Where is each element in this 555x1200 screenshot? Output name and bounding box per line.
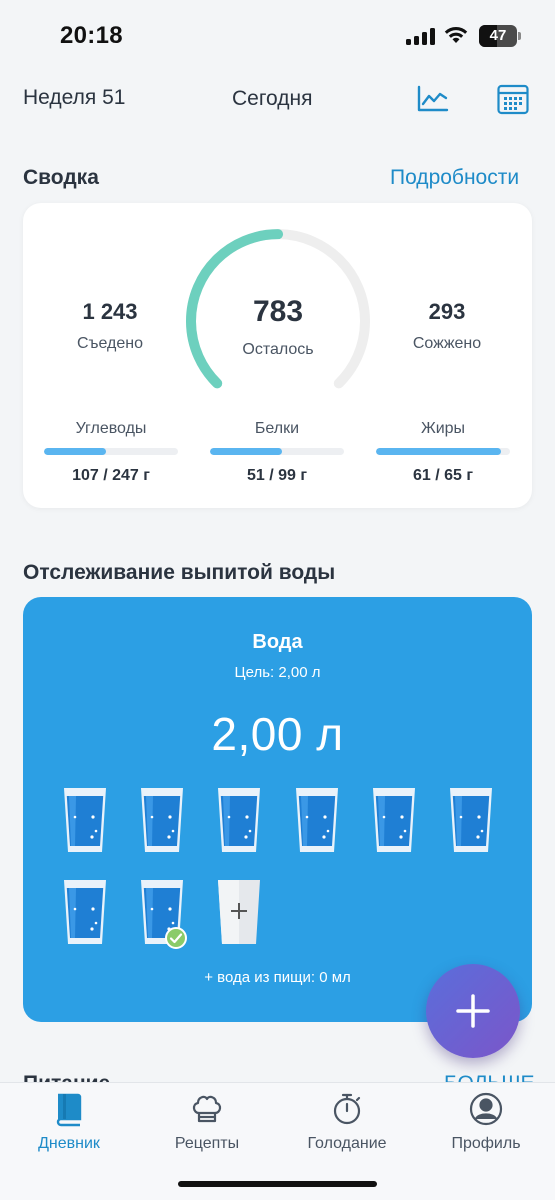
macro-name: Углеводы: [75, 420, 147, 437]
cellular-signal-icon: [406, 27, 436, 45]
macro-progress-bar: [376, 448, 510, 455]
add-glass-button[interactable]: [217, 879, 261, 945]
tab-label: Профиль: [451, 1135, 521, 1152]
water-title: Вода: [252, 631, 303, 653]
water-section-title: Отслеживание выпитой воды: [23, 561, 336, 584]
eaten-value: 1 243: [82, 299, 138, 324]
home-indicator: [178, 1181, 377, 1187]
macro-carbs: Углеводы 107 / 247 г: [44, 420, 178, 485]
burned-label: Сожжено: [412, 335, 482, 352]
water-glass-filled[interactable]: [295, 787, 339, 853]
water-glass-filled[interactable]: [217, 787, 261, 853]
check-icon: [165, 927, 187, 949]
remaining-label: Осталось: [242, 341, 314, 358]
macro-protein: Белки 51 / 99 г: [210, 420, 344, 485]
macro-value: 51 / 99 г: [246, 467, 308, 484]
status-time: 20:18: [60, 22, 123, 49]
today-label[interactable]: Сегодня: [232, 87, 312, 111]
tab-label: Рецепты: [174, 1135, 240, 1152]
trend-chart-icon[interactable]: [416, 84, 450, 114]
remaining-stat: 783 Осталось: [218, 295, 338, 359]
macro-progress-bar: [44, 448, 178, 455]
glass-icon: [373, 788, 415, 852]
week-label[interactable]: Неделя 51: [23, 86, 125, 110]
glass-icon: [218, 788, 260, 852]
water-amount: 2,00 л: [211, 708, 344, 760]
glass-icon: [450, 788, 492, 852]
macro-value: 61 / 65 г: [412, 467, 474, 484]
water-glass-filled[interactable]: [140, 879, 187, 949]
water-glass-filled[interactable]: [63, 879, 107, 945]
battery-level: 47: [489, 27, 507, 44]
macro-fat: Жиры 61 / 65 г: [376, 420, 510, 485]
burned-value: 293: [428, 299, 466, 324]
tab-label: Дневник: [38, 1135, 100, 1152]
tab-profile[interactable]: Профиль: [426, 1091, 546, 1153]
stopwatch-icon: [333, 1093, 361, 1125]
summary-title: Сводка: [23, 166, 99, 189]
water-card: Вода Цель: 2,00 л 2,00 л + вода из пищи:…: [23, 597, 532, 1022]
tab-recipes[interactable]: Рецепты: [147, 1091, 267, 1153]
tab-label: Голодание: [307, 1135, 387, 1152]
tab-fasting[interactable]: Голодание: [287, 1091, 407, 1153]
summary-card[interactable]: 1 243 Съедено 783 Осталось 293 Сожжено У…: [23, 203, 532, 508]
tab-diary[interactable]: Дневник: [9, 1091, 129, 1153]
battery-indicator: 47: [479, 25, 521, 47]
water-glass-filled[interactable]: [449, 787, 493, 853]
water-glass-filled[interactable]: [372, 787, 416, 853]
details-link[interactable]: Подробности: [390, 166, 519, 190]
book-icon: [56, 1093, 82, 1127]
macro-value: 107 / 247 г: [72, 467, 150, 484]
eaten-stat: 1 243 Съедено: [55, 299, 165, 353]
water-goal: Цель: 2,00 л: [234, 664, 321, 681]
remaining-value: 783: [252, 295, 304, 328]
plus-icon: [456, 994, 490, 1028]
macro-name: Жиры: [420, 420, 466, 437]
glass-icon: [141, 788, 183, 852]
calendar-icon[interactable]: [496, 82, 530, 116]
profile-icon: [469, 1092, 503, 1126]
chef-hat-icon: [192, 1095, 222, 1123]
add-button[interactable]: [426, 964, 520, 1058]
eaten-label: Съедено: [76, 335, 144, 352]
macro-name: Белки: [254, 420, 300, 437]
water-glass-filled[interactable]: [63, 787, 107, 853]
water-glass-filled[interactable]: [140, 787, 184, 853]
status-bar: 20:18 47: [0, 0, 555, 70]
burned-stat: 293 Сожжено: [392, 299, 502, 353]
macro-progress-bar: [210, 448, 344, 455]
glass-icon: [296, 788, 338, 852]
glass-icon: [64, 880, 106, 944]
wifi-icon: [444, 26, 468, 43]
glass-icon: [64, 788, 106, 852]
empty-glass-icon: [218, 880, 260, 944]
